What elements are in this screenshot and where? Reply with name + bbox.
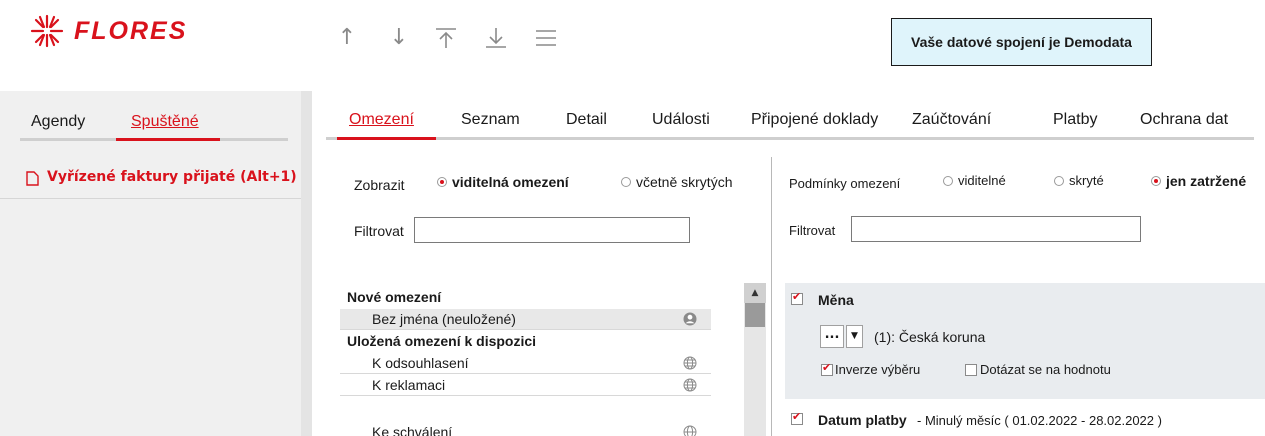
- move-top-icon[interactable]: [434, 27, 458, 53]
- radio-visible-label: viditelná omezení: [452, 174, 569, 190]
- user-icon: [683, 312, 697, 326]
- list-item-label: K odsouhlasení: [372, 355, 469, 371]
- tab-active-indicator: [116, 138, 220, 141]
- radio-visible[interactable]: [437, 177, 447, 187]
- mena-select-button[interactable]: ...: [820, 325, 844, 348]
- radio-jen-zatrzene-label: jen zatržené: [1166, 173, 1247, 189]
- panel-gap: [301, 91, 312, 436]
- list-item[interactable]: Bez jména (neuložené): [340, 309, 711, 330]
- conditions-label: Podmínky omezení: [789, 176, 901, 191]
- ask-label: Dotázat se na hodnotu: [980, 362, 1111, 377]
- right-filter-label: Filtrovat: [789, 223, 836, 238]
- omezeni-list: Nové omezení Bez jména (neuložené) Ulože…: [340, 283, 744, 436]
- mena-dropdown-icon[interactable]: ▼: [846, 325, 863, 348]
- main-tab-underline: [326, 137, 1254, 140]
- menu-icon[interactable]: [535, 29, 557, 51]
- filter-label: Filtrovat: [354, 223, 404, 239]
- condition-datum-checkbox[interactable]: [791, 410, 803, 425]
- ask-checkbox[interactable]: [965, 364, 977, 376]
- radio-skryte-label: skryté: [1069, 173, 1104, 188]
- tab-ochrana-dat[interactable]: Ochrana dat: [1140, 111, 1228, 129]
- scroll-thumb[interactable]: [745, 303, 765, 327]
- flores-star-icon: [30, 14, 64, 48]
- right-filter-input[interactable]: [851, 216, 1141, 242]
- radio-incl-hidden[interactable]: [621, 177, 631, 187]
- tab-spustene[interactable]: Spuštěné: [131, 113, 199, 131]
- condition-mena-checkbox[interactable]: [791, 290, 803, 305]
- tab-zauctovani[interactable]: Zaúčtování: [912, 111, 991, 129]
- pane-divider[interactable]: [771, 157, 772, 436]
- tab-udalosti[interactable]: Události: [652, 111, 710, 129]
- tab-seznam[interactable]: Seznam: [461, 111, 520, 129]
- globe-icon: [683, 356, 697, 370]
- agenda-label: Vyřízené faktury přijaté (Alt+1): [47, 169, 297, 185]
- mena-value: (1): Česká koruna: [874, 329, 986, 345]
- tab-pripojene-doklady[interactable]: Připojené doklady: [751, 111, 878, 129]
- move-bottom-icon[interactable]: [484, 27, 508, 53]
- inverse-checkbox[interactable]: [821, 361, 833, 376]
- list-item-label: Ke schválení: [372, 424, 453, 436]
- move-up-icon[interactable]: ↑: [334, 26, 360, 50]
- list-group-header: Nové omezení: [347, 289, 442, 305]
- radio-incl-hidden-label: včetně skrytých: [636, 174, 733, 190]
- radio-viditelne[interactable]: [943, 176, 953, 186]
- document-icon: [26, 171, 39, 186]
- flores-logo: FLORES: [30, 14, 187, 48]
- condition-datum-title: Datum platby: [818, 412, 907, 428]
- list-item[interactable]: Ke schválení: [340, 422, 711, 436]
- radio-jen-zatrzene[interactable]: [1151, 176, 1161, 186]
- scroll-up-icon[interactable]: ▲: [744, 283, 766, 303]
- condition-mena-title: Měna: [818, 292, 854, 308]
- list-item-label: Bez jména (neuložené): [372, 311, 516, 327]
- filter-input[interactable]: [414, 217, 690, 243]
- globe-icon: [683, 425, 697, 436]
- radio-skryte[interactable]: [1054, 176, 1064, 186]
- show-label: Zobrazit: [354, 177, 405, 193]
- list-item[interactable]: K reklamaci: [340, 375, 711, 396]
- tab-agendy[interactable]: Agendy: [31, 113, 85, 131]
- inverse-label: Inverze výběru: [835, 362, 921, 377]
- list-item-label: K reklamaci: [372, 377, 446, 393]
- left-panel: Agendy Spuštěné Vyřízené faktury přijaté…: [0, 91, 301, 436]
- list-item[interactable]: K odsouhlasení: [340, 353, 711, 374]
- main-tab-active-indicator: [337, 137, 436, 140]
- tab-detail[interactable]: Detail: [566, 111, 607, 129]
- connection-info: Vaše datové spojení je Demodata: [891, 18, 1152, 66]
- logo-text: FLORES: [74, 16, 188, 45]
- globe-icon: [683, 378, 697, 392]
- condition-datum-detail: - Minulý měsíc ( 01.02.2022 - 28.02.2022…: [917, 413, 1162, 428]
- radio-viditelne-label: viditelné: [958, 173, 1006, 188]
- move-down-icon[interactable]: ↓: [386, 26, 412, 50]
- tab-platby[interactable]: Platby: [1053, 111, 1097, 129]
- list-group-header: Uložená omezení k dispozici: [347, 333, 537, 349]
- tab-omezeni[interactable]: Omezení: [349, 111, 414, 129]
